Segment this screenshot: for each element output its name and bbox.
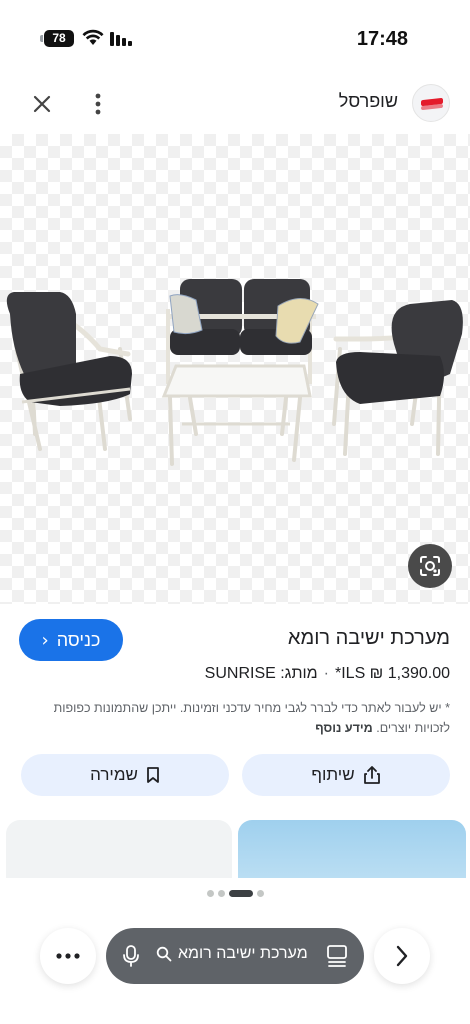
action-row: שיתוף שמירה: [0, 754, 470, 798]
battery-icon: 78: [40, 30, 74, 47]
save-button[interactable]: שמירה: [21, 754, 229, 796]
related-card[interactable]: [238, 820, 466, 878]
close-icon[interactable]: [28, 90, 56, 118]
logo-flag-bottom: [421, 103, 443, 111]
product-title: מערכת ישיבה רומא: [287, 627, 450, 649]
furniture-illustration: [6, 279, 463, 466]
brand-name: SUNRISE: [204, 665, 276, 682]
page-dot-active: [228, 889, 253, 897]
clock: 17:48: [356, 28, 408, 50]
more-vert-icon[interactable]: [88, 90, 108, 118]
bottom-bar: מערכת ישיבה רומא: [0, 900, 470, 1024]
more-menu-button[interactable]: [40, 928, 96, 984]
separator-dot: ·: [323, 665, 329, 682]
product-image[interactable]: [0, 134, 470, 604]
page-indicator: [0, 888, 470, 898]
more-horiz-icon: [56, 953, 80, 959]
search-query-text: מערכת ישיבה רומא: [178, 945, 308, 962]
brand-label: מותג:: [280, 665, 318, 682]
coffee-table: [161, 364, 312, 466]
visit-label: כניסה: [56, 629, 101, 650]
signal-icon: [110, 32, 132, 46]
share-icon: [363, 766, 380, 784]
wifi-icon: [82, 29, 104, 45]
mic-icon[interactable]: [122, 944, 140, 968]
site-name[interactable]: שופרסל: [339, 91, 398, 112]
related-card[interactable]: [6, 820, 232, 878]
lens-icon: [420, 556, 440, 576]
bookmark-icon: [147, 767, 159, 783]
right-armchair: [332, 300, 463, 456]
search-icon: [156, 946, 172, 962]
site-logo[interactable]: [412, 84, 450, 122]
left-armchair: [6, 292, 132, 451]
tabs-icon[interactable]: [326, 944, 348, 968]
chevron-right-icon: [396, 945, 408, 967]
disclaimer: * יש לעבור לאתר כדי לברר לגבי מחיר עדכני…: [20, 698, 450, 738]
forward-button[interactable]: [374, 928, 430, 984]
save-label: שמירה: [90, 765, 138, 784]
disclaimer-text: * יש לעבור לאתר כדי לברר לגבי מחיר עדכני…: [53, 701, 450, 735]
battery-level: 78: [52, 31, 66, 45]
page-dot: [217, 889, 225, 897]
page-dot: [206, 889, 214, 897]
share-button[interactable]: שיתוף: [242, 754, 450, 796]
share-label: שיתוף: [311, 765, 355, 784]
search-query[interactable]: מערכת ישיבה רומא: [156, 945, 322, 963]
price: 1,390.00 ₪ ILS*: [334, 665, 450, 682]
status-bar: 78 17:48: [0, 0, 470, 70]
more-info-link[interactable]: מידע נוסף: [315, 721, 373, 735]
lens-search-button[interactable]: [408, 544, 452, 588]
visit-button[interactable]: כניסה ‹: [19, 619, 123, 661]
header: שופרסל: [0, 78, 470, 128]
page-dot: [256, 889, 264, 897]
price-row: 1,390.00 ₪ ILS* · מותג: SUNRISE: [205, 665, 450, 683]
title-row: כניסה ‹ מערכת ישיבה רומא: [0, 618, 470, 662]
search-bar[interactable]: מערכת ישיבה רומא: [106, 928, 364, 984]
chevron-left-icon: ‹: [41, 629, 49, 651]
related-results: [0, 820, 470, 878]
